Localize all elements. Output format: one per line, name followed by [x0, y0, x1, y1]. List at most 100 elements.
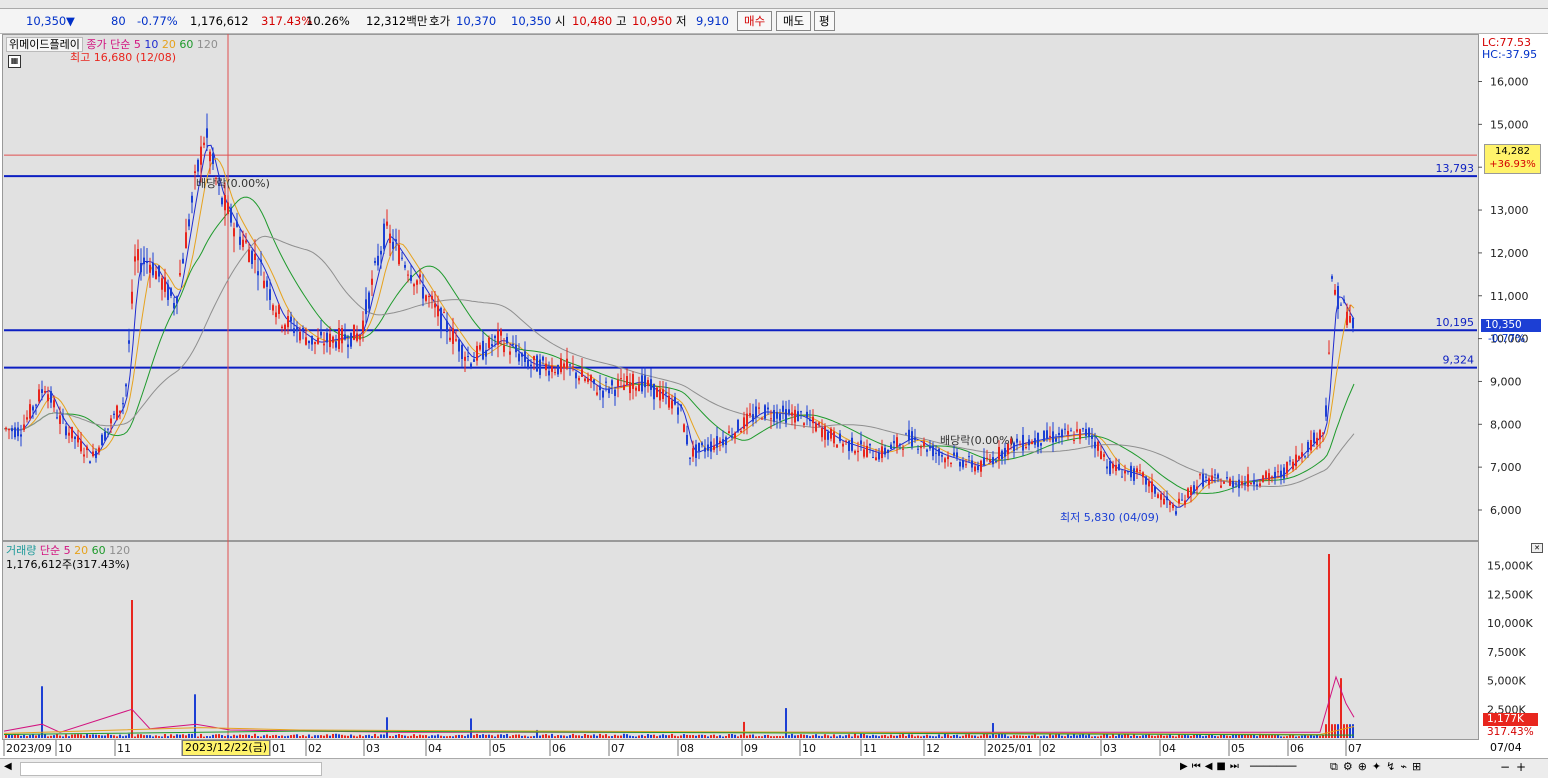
candle-body — [1190, 486, 1192, 495]
scroll-left-icon[interactable]: ◀ — [4, 761, 12, 772]
candle-body — [725, 437, 727, 446]
candle-body — [734, 432, 736, 439]
volume-bar — [695, 735, 697, 738]
candle-body — [773, 410, 775, 422]
candle-body — [965, 464, 967, 466]
candle-body — [35, 404, 37, 406]
zoom-icons[interactable]: −+ — [1500, 760, 1532, 774]
candle-body — [338, 328, 340, 349]
volume-bar — [1034, 734, 1036, 738]
volume-bar — [296, 734, 298, 738]
candle-body — [1145, 476, 1147, 485]
candle-body — [842, 443, 844, 447]
volume-bar — [1307, 735, 1309, 738]
volume-bar — [518, 734, 520, 738]
volume-bar — [605, 734, 607, 738]
volume-bar — [362, 736, 364, 738]
volume-bar — [365, 735, 367, 738]
candle-body — [764, 405, 766, 419]
volume-bar — [647, 734, 649, 738]
volume-bar — [1226, 735, 1228, 738]
candle-body — [680, 404, 682, 407]
volume-bar — [1130, 736, 1132, 738]
volume-bar — [230, 736, 232, 738]
candle-body — [434, 303, 436, 308]
volume-bar — [797, 735, 799, 738]
volume-bar — [338, 734, 340, 738]
candle-body — [101, 434, 103, 446]
candle-body — [11, 428, 13, 432]
x-axis-label: 02 — [308, 742, 322, 755]
candle-body — [1241, 481, 1243, 485]
volume-bar — [431, 735, 433, 738]
volume-bar — [149, 735, 151, 738]
volume-bar — [350, 734, 352, 738]
volume-bar — [242, 735, 244, 738]
tool-icons[interactable]: ⧉⚙⊕✦↯⌁⊞ — [1330, 760, 1426, 774]
playback-controls-icon[interactable]: ▶⏮◀■⏭ — [1180, 761, 1243, 772]
candle-body — [713, 445, 715, 450]
volume-bar — [896, 735, 898, 738]
volume-bar — [845, 735, 847, 738]
candle-body — [797, 411, 799, 422]
scroll-thumb[interactable] — [20, 762, 322, 776]
volume-bar — [1190, 735, 1192, 738]
x-axis-label: 02 — [1042, 742, 1056, 755]
volume-bar — [995, 734, 997, 738]
volume-tick-label: 12,500K — [1487, 588, 1533, 601]
candle-body — [365, 299, 367, 315]
volume-bar — [611, 736, 613, 738]
candle-body — [1142, 472, 1144, 478]
candle-body — [1052, 431, 1054, 443]
volume-bar — [980, 735, 982, 738]
volume-bar — [86, 733, 88, 738]
candle-body — [626, 376, 628, 386]
candle-body — [704, 447, 706, 452]
candle-body — [419, 274, 421, 278]
candle-body — [380, 250, 382, 255]
sell-button[interactable]: 매도 — [776, 11, 812, 31]
price-chart-svg[interactable]: 16,00015,00014,00013,00012,00011,00010,0… — [0, 34, 1548, 758]
candle-body — [980, 460, 982, 472]
buy-button[interactable]: 매수 — [737, 11, 773, 31]
candle-body — [245, 240, 247, 243]
volume-bar — [656, 736, 658, 738]
volume-bar — [1256, 736, 1258, 738]
zoom-slider-icon[interactable]: ─────── — [1250, 760, 1296, 773]
candle-body — [662, 389, 664, 400]
volume-bar — [188, 733, 190, 738]
volume-bar — [377, 736, 379, 738]
candle-body — [1157, 494, 1159, 498]
candle-body — [92, 451, 94, 457]
candle-body — [1022, 434, 1024, 451]
volume-bar — [944, 733, 946, 738]
x-axis-label: 08 — [680, 742, 694, 755]
down-arrow-icon: ▼ — [66, 14, 75, 28]
average-button[interactable]: 평 — [814, 11, 835, 31]
candle-body — [362, 320, 364, 333]
volume-bar — [1070, 735, 1072, 738]
volume-bar — [1025, 736, 1027, 738]
volume-bar — [866, 735, 868, 738]
candle-body — [911, 431, 913, 447]
volume-bar — [440, 735, 442, 738]
volume-bar — [1061, 735, 1063, 738]
volume-bar — [452, 736, 454, 738]
table-icon[interactable]: ▦ — [8, 55, 21, 68]
scroll-bar[interactable]: ◀ ▶⏮◀■⏭ ─────── ⧉⚙⊕✦↯⌁⊞ −+ — [0, 758, 1548, 778]
candle-body — [746, 413, 748, 427]
volume-bar — [23, 734, 25, 738]
candle-body — [1328, 352, 1330, 354]
candle-body — [326, 332, 328, 343]
candle-body — [47, 394, 49, 402]
candle-body — [389, 233, 391, 244]
candle-body — [116, 405, 118, 420]
bid2: 10,350 — [511, 14, 552, 28]
panel-close-icon[interactable]: ✕ — [1531, 543, 1543, 553]
volume-bar — [89, 734, 91, 738]
volume-bar — [890, 734, 892, 738]
volume-bar — [701, 734, 703, 738]
candle-body — [1352, 317, 1354, 329]
candle-body — [350, 332, 352, 347]
candle-body — [869, 443, 871, 446]
